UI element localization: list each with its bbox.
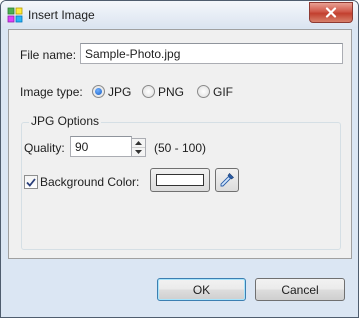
radio-png-label[interactable]: PNG [158, 85, 184, 99]
color-picker-button[interactable] [215, 168, 239, 192]
quality-range-text: (50 - 100) [154, 141, 207, 155]
radio-gif-indicator[interactable] [197, 85, 210, 98]
radio-jpg-label[interactable]: JPG [108, 85, 131, 99]
arrow-up-icon [135, 141, 142, 145]
window-title: Insert Image [28, 8, 95, 22]
ok-button[interactable]: OK [157, 278, 246, 301]
quality-label: Quality: [24, 141, 65, 155]
spin-down-button[interactable] [132, 148, 145, 156]
insert-image-dialog: Insert Image File name: Image type: JPG … [0, 0, 359, 318]
file-name-input[interactable] [80, 43, 343, 64]
radio-png-indicator[interactable] [142, 85, 155, 98]
jpg-options-title: JPG Options [29, 114, 102, 128]
file-name-label: File name: [20, 48, 77, 62]
background-color-label[interactable]: Background Color: [40, 175, 139, 189]
cancel-button[interactable]: Cancel [255, 278, 345, 301]
title-bar[interactable]: Insert Image [1, 1, 358, 28]
close-button[interactable] [309, 2, 353, 23]
quality-input[interactable] [70, 136, 132, 157]
eyedropper-icon [220, 173, 234, 187]
background-color-button[interactable] [150, 168, 210, 192]
arrow-down-icon [135, 150, 142, 154]
radio-jpg-indicator[interactable] [92, 85, 105, 98]
image-type-label: Image type: [20, 85, 83, 99]
dialog-content: File name: Image type: JPG PNG GIF JPG O… [8, 29, 352, 259]
close-icon [325, 7, 337, 18]
radio-gif-label[interactable]: GIF [213, 85, 233, 99]
color-swatch [156, 174, 204, 186]
image-app-icon [7, 7, 23, 23]
checkmark-icon [26, 177, 36, 187]
spin-up-button[interactable] [132, 139, 145, 148]
quality-spinner[interactable] [131, 138, 146, 157]
background-color-checkbox[interactable] [24, 175, 38, 189]
